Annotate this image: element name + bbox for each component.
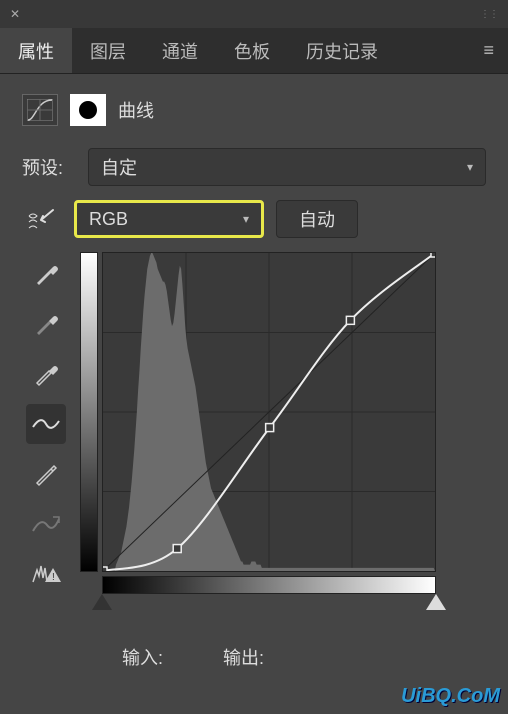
adjustment-title: 曲线 xyxy=(118,97,154,123)
chevron-down-icon: ▾ xyxy=(243,212,249,226)
drag-handle-icon[interactable]: ⋮⋮ xyxy=(480,9,498,20)
svg-text:!: ! xyxy=(52,572,55,583)
tab-layers[interactable]: 图层 xyxy=(72,28,144,73)
preset-row: 预设: 自定 ▾ xyxy=(22,148,486,186)
panel-titlebar: ✕ ⋮⋮ xyxy=(0,0,508,28)
output-gradient xyxy=(80,252,98,572)
clip-warning-icon[interactable]: ! xyxy=(26,554,66,594)
target-adjust-icon[interactable] xyxy=(22,206,62,232)
auto-button[interactable]: 自动 xyxy=(276,200,358,238)
eyedropper-white-icon[interactable] xyxy=(26,354,66,394)
preset-value: 自定 xyxy=(101,154,137,180)
input-gradient xyxy=(102,576,436,594)
properties-panel: ✕ ⋮⋮ 属性 图层 通道 色板 历史记录 ≡ 曲线 预设: 自定 ▾ xyxy=(0,0,508,714)
tab-swatches[interactable]: 色板 xyxy=(216,28,288,73)
panel-menu-icon[interactable]: ≡ xyxy=(469,28,508,73)
eyedropper-gray-icon[interactable] xyxy=(26,304,66,344)
channel-row: RGB ▾ 自动 xyxy=(22,200,486,238)
watermark: UiBQ.CoM xyxy=(401,685,500,708)
chevron-down-icon: ▾ xyxy=(467,160,473,174)
eyedropper-black-icon[interactable] xyxy=(26,254,66,294)
curve-tools: ! xyxy=(22,252,70,594)
output-label: 输出: xyxy=(223,644,264,670)
input-label: 输入: xyxy=(122,644,163,670)
adjustment-header: 曲线 xyxy=(22,94,486,126)
curve-graph[interactable] xyxy=(80,252,436,594)
curve-grid[interactable] xyxy=(102,252,436,572)
tab-properties[interactable]: 属性 xyxy=(0,28,72,73)
curves-editor: ! xyxy=(22,252,486,594)
black-point-slider[interactable] xyxy=(92,594,112,610)
tab-channels[interactable]: 通道 xyxy=(144,28,216,73)
pencil-tool-icon[interactable] xyxy=(26,454,66,494)
channel-select[interactable]: RGB ▾ xyxy=(74,200,264,238)
preset-label: 预设: xyxy=(22,154,76,180)
panel-tabs: 属性 图层 通道 色板 历史记录 ≡ xyxy=(0,28,508,74)
close-icon[interactable]: ✕ xyxy=(10,7,20,21)
preset-select[interactable]: 自定 ▾ xyxy=(88,148,486,186)
io-readout: 输入: 输出: xyxy=(22,644,486,670)
channel-value: RGB xyxy=(89,209,128,230)
white-point-slider[interactable] xyxy=(426,594,446,610)
tab-history[interactable]: 历史记录 xyxy=(288,28,396,73)
curve-point-tool-icon[interactable] xyxy=(26,404,66,444)
smooth-tool-icon xyxy=(26,504,66,544)
panel-body: 曲线 预设: 自定 ▾ RGB ▾ 自动 xyxy=(0,74,508,714)
curves-adjustment-icon[interactable] xyxy=(22,94,58,126)
mask-icon[interactable] xyxy=(70,94,106,126)
